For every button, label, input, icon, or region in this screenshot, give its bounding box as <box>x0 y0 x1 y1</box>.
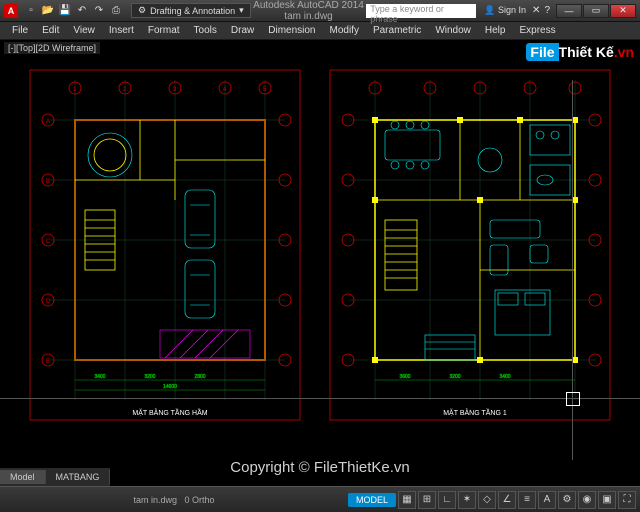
snap-toggle-icon[interactable]: ⊞ <box>418 491 436 509</box>
layout-tabs: Model MATBANG <box>0 468 110 486</box>
qat-save-icon[interactable]: 💾 <box>58 4 72 18</box>
menu-draw[interactable]: Draw <box>225 23 260 38</box>
exchange-icon[interactable]: ✕ <box>532 5 540 16</box>
svg-text:MẶT BẰNG TẦNG 1: MẶT BẰNG TẦNG 1 <box>443 407 507 417</box>
drawing-area[interactable]: [-][Top][2D Wireframe] 1 2 3 4 5 <box>0 40 640 486</box>
svg-text:3600: 3600 <box>399 374 410 380</box>
signin-link[interactable]: 👤 Sign In <box>484 5 526 16</box>
minimize-button[interactable]: — <box>556 4 582 18</box>
qat-new-icon[interactable]: ▫ <box>24 4 38 18</box>
menu-parametric[interactable]: Parametric <box>367 23 427 38</box>
menu-help[interactable]: Help <box>479 23 512 38</box>
menu-view[interactable]: View <box>67 23 101 38</box>
svg-text:MẶT BẰNG TẦNG HẦM: MẶT BẰNG TẦNG HẦM <box>132 407 207 417</box>
svg-text:14600: 14600 <box>163 384 177 390</box>
menu-tools[interactable]: Tools <box>188 23 223 38</box>
svg-text:E: E <box>46 359 50 365</box>
qat-plot-icon[interactable]: ⎙ <box>109 4 123 18</box>
pickbox-cursor <box>566 392 580 406</box>
watermark-logo: FileThiết Kế.vn <box>526 44 634 60</box>
lineweight-toggle-icon[interactable]: ≡ <box>518 491 536 509</box>
menu-format[interactable]: Format <box>142 23 186 38</box>
polar-toggle-icon[interactable]: ✶ <box>458 491 476 509</box>
svg-text:3400: 3400 <box>94 374 105 380</box>
app-menu-icon[interactable]: A <box>4 4 18 18</box>
hardware-accel-icon[interactable]: ◉ <box>578 491 596 509</box>
ortho-toggle-icon[interactable]: ∟ <box>438 491 456 509</box>
grid-toggle-icon[interactable]: ▦ <box>398 491 416 509</box>
qat-redo-icon[interactable]: ↷ <box>92 4 106 18</box>
qat-open-icon[interactable]: 📂 <box>41 4 55 18</box>
otrack-toggle-icon[interactable]: ∠ <box>498 491 516 509</box>
titlebar: A ▫ 📂 💾 ↶ ↷ ⎙ ⚙ Drafting & Annotation ▾ … <box>0 0 640 22</box>
chevron-down-icon: ▾ <box>239 5 244 16</box>
workspace-selector[interactable]: ⚙ Drafting & Annotation ▾ <box>131 3 251 18</box>
gear-icon: ⚙ <box>138 5 146 16</box>
svg-text:2800: 2800 <box>194 374 205 380</box>
workspace-switch-icon[interactable]: ⚙ <box>558 491 576 509</box>
close-button[interactable]: ✕ <box>610 4 636 18</box>
window-controls: — ▭ ✕ <box>556 4 636 18</box>
menu-modify[interactable]: Modify <box>324 23 365 38</box>
menu-dimension[interactable]: Dimension <box>262 23 321 38</box>
svg-text:1: 1 <box>73 87 77 93</box>
svg-text:A: A <box>46 119 50 125</box>
menu-express[interactable]: Express <box>513 23 561 38</box>
window-title: Autodesk AutoCAD 2014 tam in.dwg <box>251 0 367 22</box>
osnap-toggle-icon[interactable]: ◇ <box>478 491 496 509</box>
menu-insert[interactable]: Insert <box>103 23 140 38</box>
workspace-label: Drafting & Annotation <box>150 6 235 16</box>
menu-file[interactable]: File <box>6 23 34 38</box>
svg-text:3400: 3400 <box>499 374 510 380</box>
svg-text:B: B <box>46 179 50 185</box>
tab-layout-1[interactable]: MATBANG <box>46 470 111 484</box>
cad-canvas[interactable]: 1 2 3 4 5 A B C D E <box>0 40 640 486</box>
menu-edit[interactable]: Edit <box>36 23 65 38</box>
menu-bar: File Edit View Insert Format Tools Draw … <box>0 22 640 40</box>
svg-text:5: 5 <box>263 87 267 93</box>
maximize-button[interactable]: ▭ <box>583 4 609 18</box>
status-bar: tam in.dwg 0 Ortho MODEL ▦ ⊞ ∟ ✶ ◇ ∠ ≡ A… <box>0 486 640 512</box>
tab-model[interactable]: Model <box>0 470 46 484</box>
help-icon[interactable]: ? <box>544 5 550 16</box>
svg-text:3: 3 <box>173 87 177 93</box>
svg-text:2: 2 <box>123 87 127 93</box>
svg-text:4: 4 <box>223 87 227 93</box>
clean-screen-icon[interactable]: ⛶ <box>618 491 636 509</box>
svg-text:3200: 3200 <box>144 374 155 380</box>
command-line[interactable]: tam in.dwg 0 Ortho <box>4 495 344 505</box>
help-search-input[interactable]: Type a keyword or phrase <box>366 4 476 18</box>
model-space-button[interactable]: MODEL <box>348 493 396 507</box>
svg-text:3200: 3200 <box>449 374 460 380</box>
isolate-objects-icon[interactable]: ▣ <box>598 491 616 509</box>
annotation-scale-icon[interactable]: A <box>538 491 556 509</box>
quick-access-toolbar: ▫ 📂 💾 ↶ ↷ ⎙ <box>24 4 123 18</box>
menu-window[interactable]: Window <box>429 23 477 38</box>
svg-text:C: C <box>46 239 51 245</box>
qat-undo-icon[interactable]: ↶ <box>75 4 89 18</box>
svg-text:D: D <box>46 299 51 305</box>
crosshair-horizontal <box>0 398 640 399</box>
